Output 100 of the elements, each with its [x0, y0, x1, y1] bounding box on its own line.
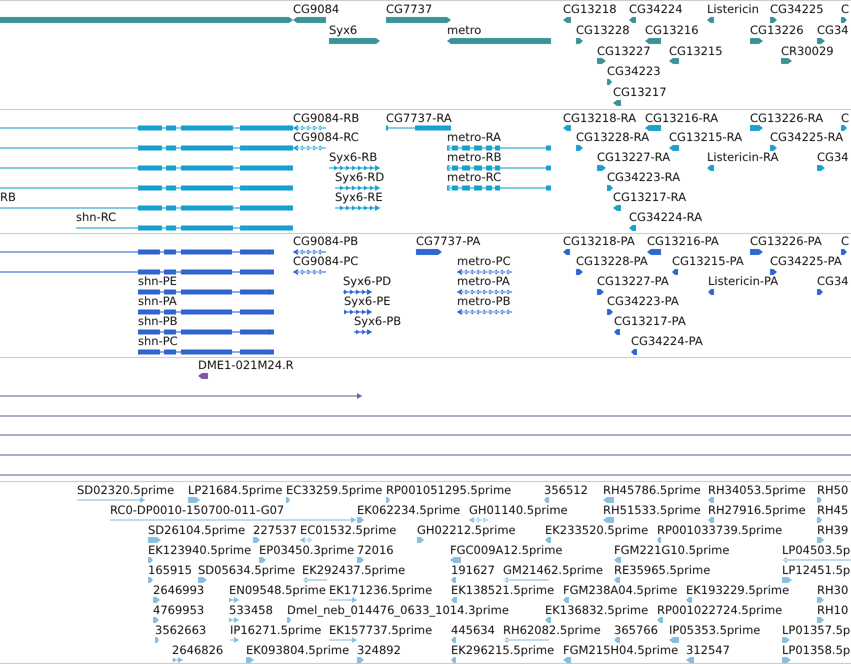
feature-label: RP001022724.5prime — [657, 604, 782, 616]
feature-label: Listericin — [707, 3, 759, 16]
feature-label: EK138521.5prime — [451, 584, 554, 596]
feature-label: CG13227-PA — [597, 275, 669, 288]
feature-label: LP01358.5p — [782, 644, 850, 656]
feature-label: metro — [447, 24, 482, 36]
feature-label: CG13226-PA — [750, 235, 822, 248]
feature-label: CG34225 — [770, 3, 824, 16]
feature-label: 191627 — [451, 564, 495, 576]
feature-label: Syx6-RD — [335, 171, 384, 184]
feature-label: RC0-DP0010-150700-011-G07 — [110, 504, 284, 516]
feature-label: RH30 — [817, 584, 848, 596]
feature-label: GM21462.5prime — [503, 564, 603, 576]
feature-label: CG13228-RA — [576, 131, 650, 144]
feature-label: 227537 — [253, 524, 297, 536]
feature-label: CG13218-PA — [563, 235, 635, 248]
feature-label: EK193229.5prime — [686, 584, 790, 596]
feature-label: 365766 — [614, 624, 658, 636]
feature-label: CG13215-PA — [672, 255, 744, 268]
feature-label: CG13226 — [750, 24, 804, 36]
feature-label: EP03450.3prime — [259, 544, 354, 556]
feature-label: GH02212.5prime — [417, 524, 516, 536]
feature-label: CG13215 — [669, 44, 723, 57]
feature-label: Syx6-RE — [335, 191, 383, 204]
feature-label: metro-PC — [457, 255, 511, 268]
feature-label: Listericin-RA — [707, 151, 778, 164]
feature-label: LP12451.5p — [782, 564, 850, 576]
feature-label: LP04503.5p — [782, 544, 850, 556]
feature-label: EK123940.5prime — [148, 544, 252, 556]
feature-label: CG9084-RC — [293, 131, 359, 144]
feature-label: CR30029 — [781, 44, 834, 57]
feature-label: FGM221G10.5prime — [614, 544, 730, 556]
feature-label: CG13227 — [597, 44, 651, 57]
feature-label: EK171236.5prime — [329, 584, 432, 596]
feature-label: EK233520.5prime — [545, 524, 648, 536]
feature-label: metro-RA — [447, 131, 502, 144]
feature-label: SD05634.5prime — [198, 564, 296, 576]
feature-label: CG13226-RA — [750, 112, 824, 124]
feature-label: CG13216-RA — [645, 112, 718, 124]
feature-label: IP16271.5prime — [230, 624, 322, 636]
feature-label: CG34 — [817, 151, 849, 164]
feature-label: FGM215H04.5prime — [563, 644, 678, 656]
feature-label: shn-PB — [138, 314, 178, 327]
feature-label: CG13227-RA — [597, 151, 670, 164]
feature-label: CG7737-RA — [386, 112, 452, 124]
feature-label: CG34225-RA — [770, 131, 844, 144]
feature-label: SD02320.5prime — [77, 484, 174, 496]
feature-label: 2646993 — [153, 584, 204, 596]
feature-label: C — [841, 3, 850, 16]
feature-label: CG34223 — [607, 65, 661, 78]
feature-label: CG13215-RA — [669, 131, 742, 144]
feature-label: CG34 — [817, 24, 849, 36]
feature-label: EK157737.5prime — [329, 624, 432, 636]
feature-label: CG13217-RA — [613, 191, 686, 204]
feature-label: CG9084-RB — [293, 112, 360, 124]
feature-label: Syx6-PB — [354, 314, 402, 327]
feature-label: CG13218 — [563, 3, 617, 16]
feature-label: GH01140.5prime — [469, 504, 568, 516]
feature-label: LP01357.5p — [782, 624, 850, 636]
feature-label: CG13228-PA — [576, 255, 648, 268]
feature-label: 2646826 — [172, 644, 224, 656]
feature-label: CG13216-PA — [647, 235, 719, 248]
feature-label: CG9084-PB — [293, 235, 358, 248]
feature-label: RE35965.5prime — [614, 564, 710, 576]
feature-label: CG13217-PA — [614, 314, 686, 327]
feature-label: CG34224-PA — [631, 334, 703, 347]
feature-label: RH10 — [817, 604, 848, 616]
feature-label: 312547 — [686, 644, 730, 656]
feature-label: SD26104.5prime — [148, 524, 246, 536]
feature-label: CG9084-PC — [293, 255, 358, 268]
feature-label: Syx6 — [329, 24, 358, 36]
feature-label: shn-PE — [138, 275, 177, 288]
feature-label: shn-RC — [76, 211, 116, 223]
feature-label: Syx6-PE — [344, 295, 391, 307]
feature-label: CG34223-RA — [607, 171, 680, 184]
feature-label: CG13218-RA — [563, 112, 636, 124]
feature-label: RH27916.5prime — [708, 504, 806, 516]
feature-label: FGC009A12.5prime — [450, 544, 562, 556]
feature-label: RH45 — [817, 504, 848, 516]
feature-label: RH50 — [817, 484, 848, 496]
feature-label: 3562663 — [155, 624, 206, 636]
feature-label: LP21684.5prime — [188, 484, 282, 496]
feature-label: RP001033739.5prime — [657, 524, 782, 536]
feature-label: CG13217 — [613, 86, 667, 98]
feature-label: Syx6-RB — [329, 151, 378, 164]
feature-label: 72016 — [357, 544, 394, 556]
feature-label: C — [841, 112, 850, 124]
feature-label: CG34225-PA — [770, 255, 842, 268]
feature-label: EK292437.5prime — [302, 564, 406, 576]
feature-label: shn-PA — [138, 295, 177, 307]
feature-label: 165915 — [148, 564, 192, 576]
feature-label: Dmel_neb_014476_0633_1014.3prime — [287, 604, 509, 616]
feature-label: RH51533.5prime — [603, 504, 701, 516]
feature-label: metro-PA — [457, 275, 510, 288]
feature-label: CG7737-PA — [416, 235, 480, 248]
feature-label: RH34053.5prime — [708, 484, 806, 496]
feature-label: EC01532.5prime — [300, 524, 396, 536]
feature-label: Syx6-PD — [343, 275, 392, 288]
feature-label: RH62082.5prime — [503, 624, 601, 636]
feature-label: RH39 — [817, 524, 848, 536]
